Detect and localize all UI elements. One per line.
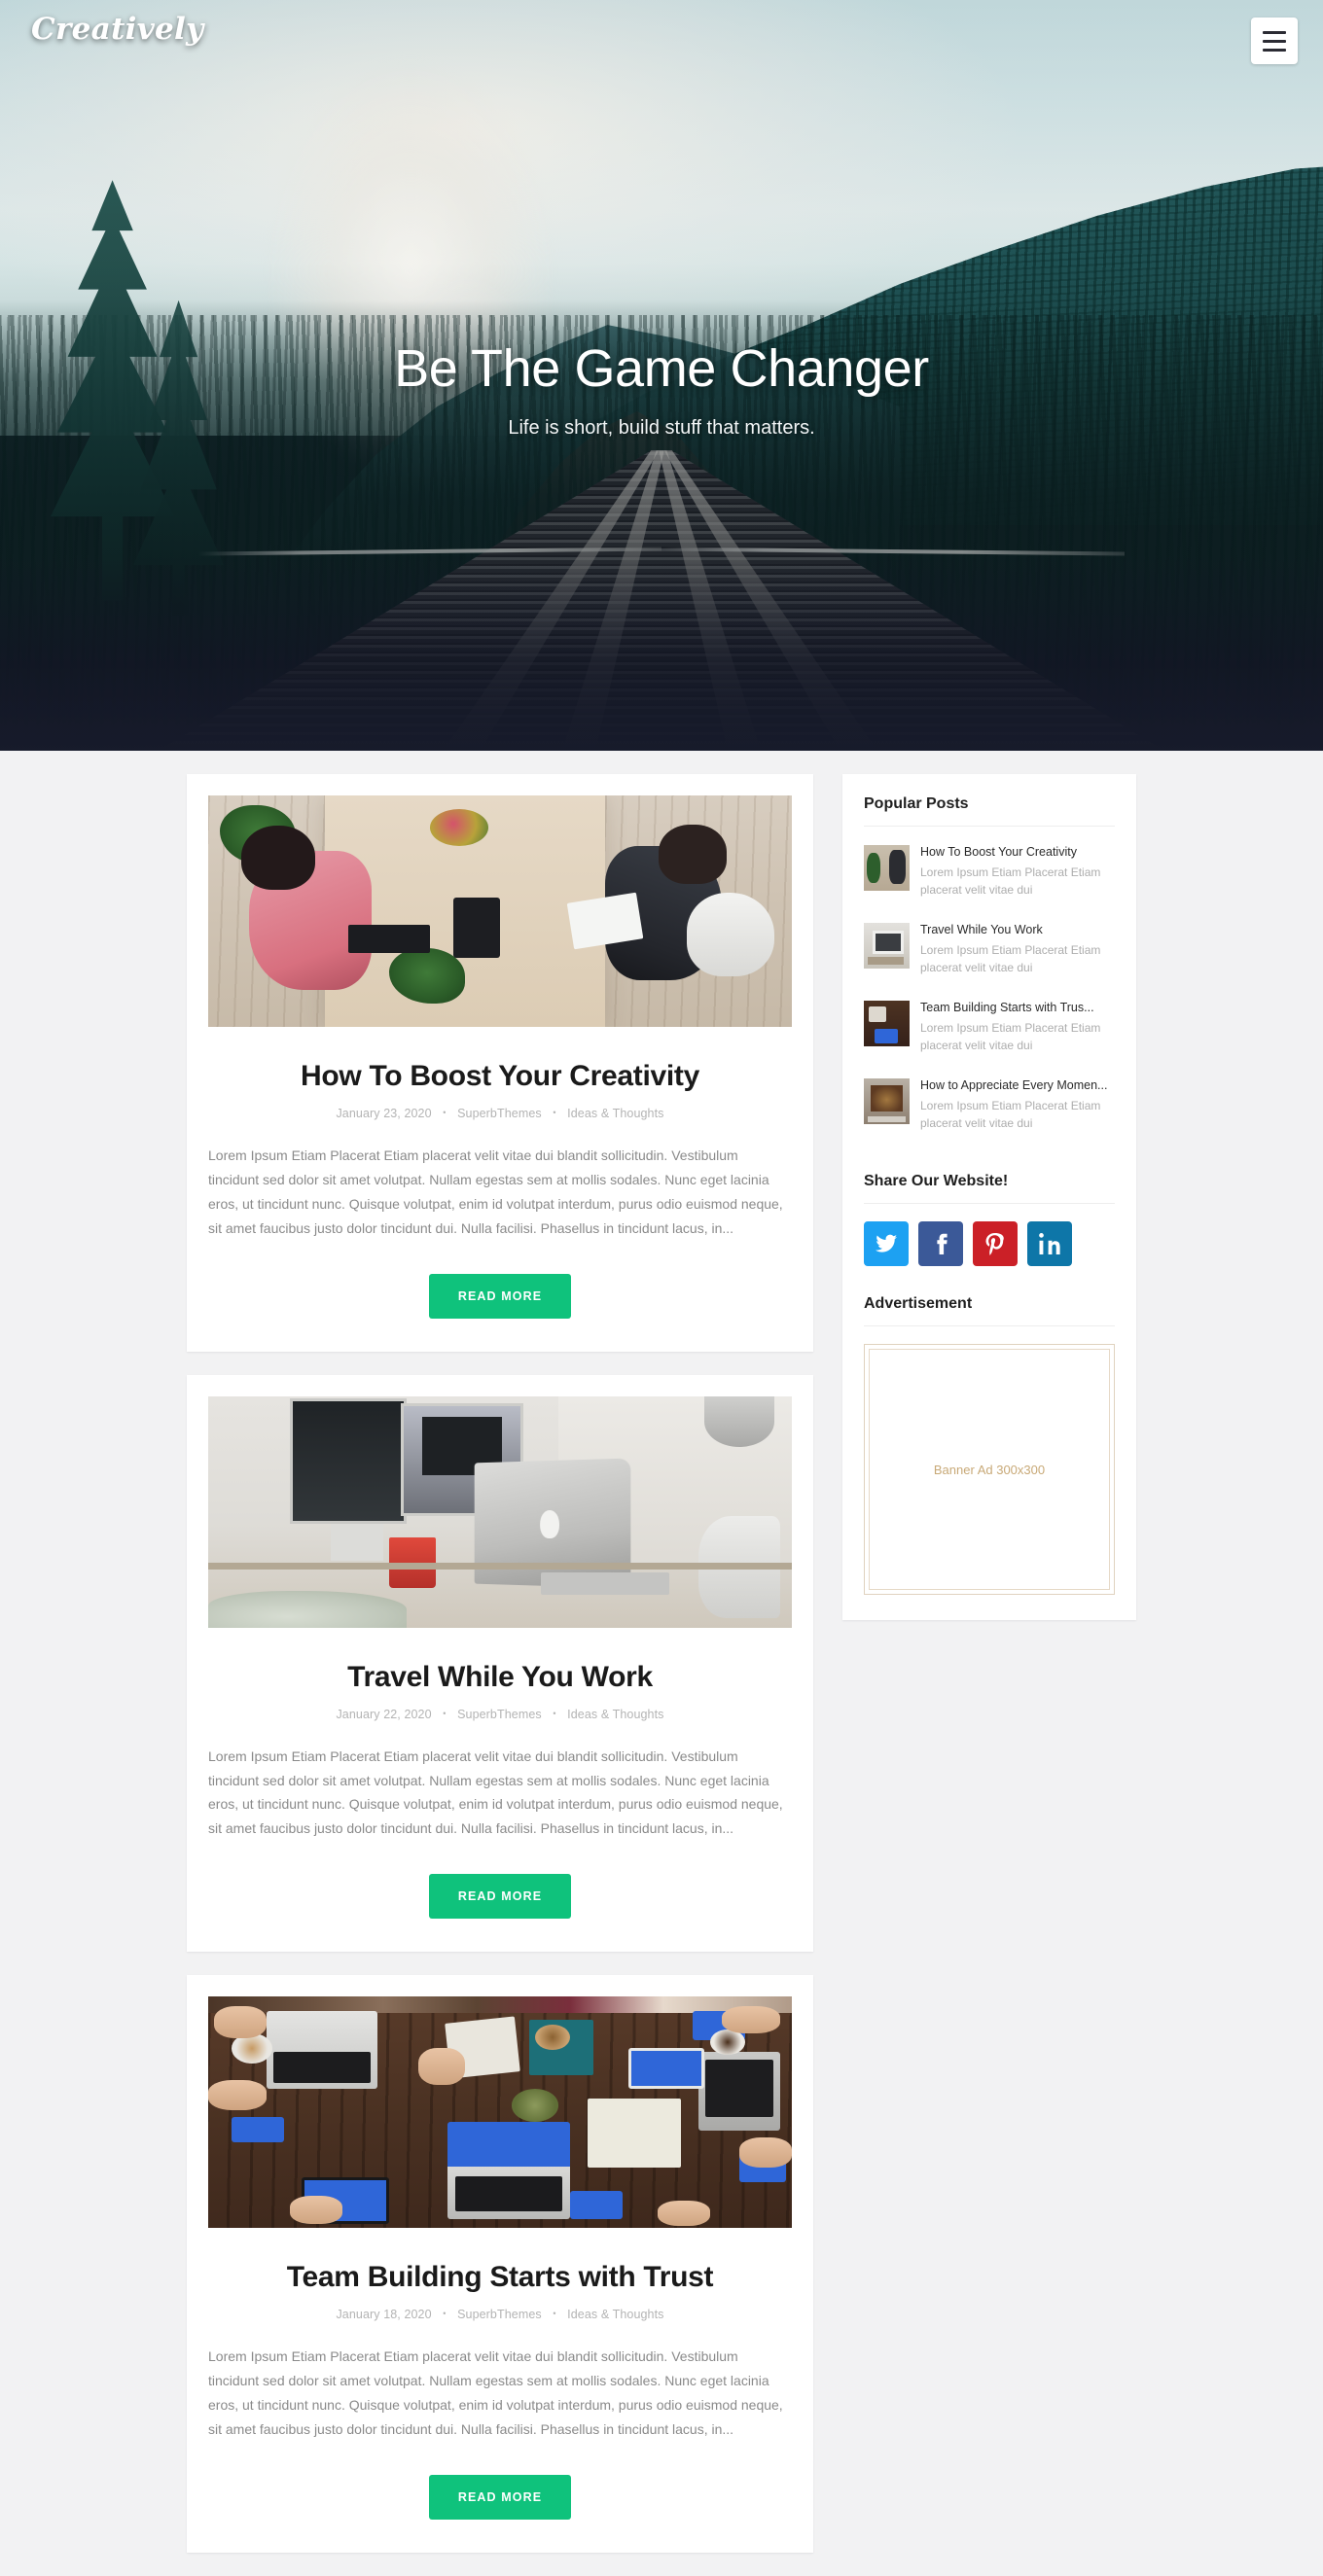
- hamburger-line-3: [1263, 48, 1286, 52]
- meta-separator: •: [443, 1708, 447, 1718]
- page-body: How To Boost Your Creativity January 23,…: [0, 751, 1323, 2576]
- popular-post-title[interactable]: How To Boost Your Creativity: [920, 845, 1115, 861]
- post-author[interactable]: SuperbThemes: [457, 1708, 542, 1721]
- read-more-wrap: READ MORE: [208, 2474, 792, 2520]
- popular-posts-list: How To Boost Your Creativity Lorem Ipsum…: [864, 832, 1115, 1144]
- popular-post-title[interactable]: Team Building Starts with Trus...: [920, 1001, 1115, 1016]
- popular-post-thumbnail: [864, 845, 910, 891]
- hero-section: Creatively Be The Game Changer Life is s…: [0, 0, 1323, 751]
- popular-post-thumbnail: [864, 1001, 910, 1047]
- popular-post-item[interactable]: Travel While You Work Lorem Ipsum Etiam …: [864, 910, 1115, 988]
- ad-banner[interactable]: Banner Ad 300x300: [864, 1344, 1115, 1596]
- linkedin-icon[interactable]: [1027, 1221, 1072, 1267]
- post-featured-image[interactable]: [208, 1996, 792, 2229]
- post-list: How To Boost Your Creativity January 23,…: [187, 774, 813, 2576]
- post-excerpt: Lorem Ipsum Etiam Placerat Etiam placera…: [208, 1747, 783, 1837]
- popular-post-desc: Lorem Ipsum Etiam Placerat Etiam placera…: [920, 942, 1101, 974]
- post-card: Travel While You Work January 22, 2020 •…: [187, 1374, 813, 1953]
- meta-separator: •: [553, 1708, 556, 1718]
- social-buttons-row: [864, 1221, 1115, 1267]
- post-category[interactable]: Ideas & Thoughts: [567, 1107, 663, 1120]
- post-category[interactable]: Ideas & Thoughts: [567, 2308, 663, 2321]
- post-excerpt: Lorem Ipsum Etiam Placerat Etiam placera…: [208, 1147, 783, 1236]
- popular-post-item[interactable]: How to Appreciate Every Momen... Lorem I…: [864, 1066, 1115, 1144]
- popular-post-title[interactable]: How to Appreciate Every Momen...: [920, 1078, 1115, 1094]
- widget-title: Advertisement: [864, 1295, 1115, 1327]
- post-excerpt: Lorem Ipsum Etiam Placerat Etiam placera…: [208, 2348, 783, 2437]
- post-featured-image[interactable]: [208, 795, 792, 1027]
- hamburger-line-2: [1263, 39, 1286, 43]
- post-meta: January 22, 2020 • SuperbThemes • Ideas …: [208, 1708, 792, 1721]
- twitter-icon[interactable]: [864, 1221, 909, 1267]
- post-date: January 18, 2020: [336, 2308, 432, 2322]
- popular-post-desc: Lorem Ipsum Etiam Placerat Etiam placera…: [920, 865, 1101, 897]
- post-featured-image[interactable]: [208, 1395, 792, 1628]
- hero-title: Be The Game Changer: [394, 339, 929, 398]
- post-card: How To Boost Your Creativity January 23,…: [187, 774, 813, 1352]
- facebook-icon[interactable]: [918, 1221, 963, 1267]
- meta-separator: •: [553, 1108, 556, 1117]
- popular-post-item[interactable]: How To Boost Your Creativity Lorem Ipsum…: [864, 832, 1115, 910]
- popular-post-desc: Lorem Ipsum Etiam Placerat Etiam placera…: [920, 1098, 1101, 1131]
- meta-separator: •: [553, 2309, 556, 2319]
- post-meta: January 18, 2020 • SuperbThemes • Ideas …: [208, 2308, 792, 2321]
- popular-post-item[interactable]: Team Building Starts with Trus... Lorem …: [864, 988, 1115, 1066]
- sidebar: Popular Posts How To Boost Your Creativi…: [842, 774, 1136, 1621]
- popular-post-thumbnail: [864, 923, 910, 970]
- site-logo[interactable]: Creatively: [31, 12, 203, 47]
- widget-advertisement: Advertisement Banner Ad 300x300: [864, 1295, 1115, 1596]
- widget-title: Popular Posts: [864, 795, 1115, 827]
- read-more-button[interactable]: READ MORE: [428, 1874, 572, 1920]
- post-card: Team Building Starts with Trust January …: [187, 1975, 813, 2553]
- read-more-wrap: READ MORE: [208, 1874, 792, 1920]
- widget-share: Share Our Website!: [864, 1173, 1115, 1267]
- popular-post-desc: Lorem Ipsum Etiam Placerat Etiam placera…: [920, 1020, 1101, 1053]
- post-author[interactable]: SuperbThemes: [457, 2308, 542, 2321]
- hero-subtitle: Life is short, build stuff that matters.: [508, 417, 815, 440]
- hamburger-line-1: [1263, 30, 1286, 34]
- post-meta: January 23, 2020 • SuperbThemes • Ideas …: [208, 1107, 792, 1120]
- post-date: January 23, 2020: [336, 1107, 432, 1120]
- read-more-button[interactable]: READ MORE: [428, 1273, 572, 1319]
- popular-post-title[interactable]: Travel While You Work: [920, 923, 1115, 938]
- post-title[interactable]: Team Building Starts with Trust: [208, 2261, 792, 2294]
- post-date: January 22, 2020: [336, 1707, 432, 1721]
- meta-separator: •: [443, 1108, 447, 1117]
- hamburger-menu-icon[interactable]: [1251, 18, 1298, 64]
- widget-title: Share Our Website!: [864, 1173, 1115, 1205]
- popular-post-thumbnail: [864, 1078, 910, 1125]
- post-category[interactable]: Ideas & Thoughts: [567, 1708, 663, 1721]
- read-more-wrap: READ MORE: [208, 1273, 792, 1319]
- meta-separator: •: [443, 2309, 447, 2319]
- pinterest-icon[interactable]: [973, 1221, 1018, 1267]
- hero-text-block: Be The Game Changer Life is short, build…: [0, 0, 1323, 440]
- post-title[interactable]: Travel While You Work: [208, 1661, 792, 1694]
- read-more-button[interactable]: READ MORE: [428, 2474, 572, 2520]
- post-title[interactable]: How To Boost Your Creativity: [208, 1060, 792, 1093]
- ad-placeholder-text: Banner Ad 300x300: [869, 1349, 1110, 1591]
- sidebar-widgets: Popular Posts How To Boost Your Creativi…: [842, 774, 1136, 1621]
- post-author[interactable]: SuperbThemes: [457, 1107, 542, 1120]
- widget-popular-posts: Popular Posts How To Boost Your Creativi…: [864, 795, 1115, 1144]
